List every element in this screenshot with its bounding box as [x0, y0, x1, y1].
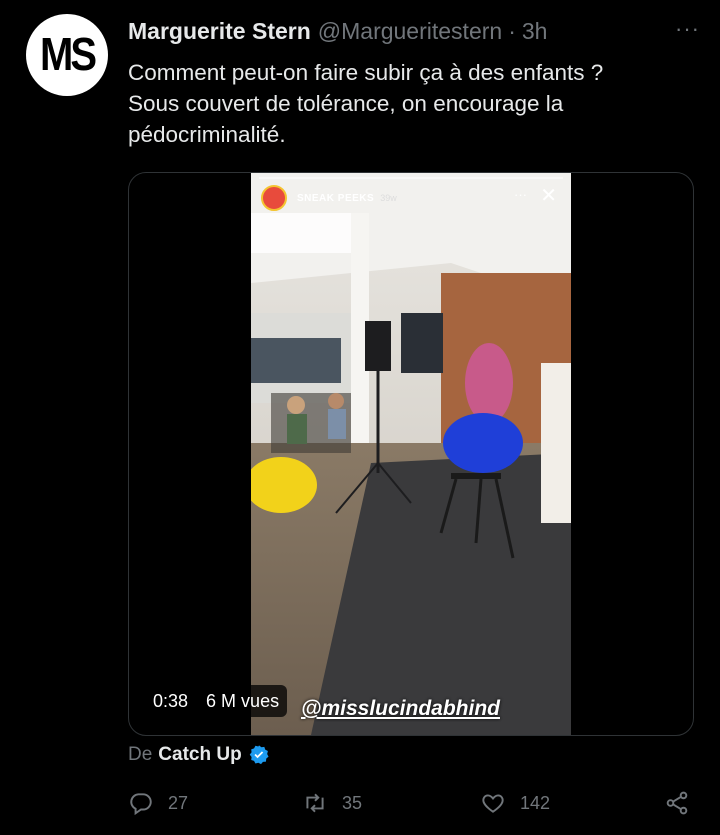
source-name[interactable]: Catch Up [158, 744, 241, 766]
share-icon [666, 791, 688, 815]
video-frame[interactable]: SNEAK PEEKS 39w ··· ✕ [251, 173, 571, 735]
video-stats-pill: 0:38 6 M vues [145, 685, 288, 717]
tweet-header: Marguerite Stern @Margueritestern · 3h ·… [128, 16, 700, 46]
reply-button[interactable]: 27 [128, 790, 188, 816]
author-name[interactable]: Marguerite Stern [128, 18, 311, 45]
separator-dot: · [508, 17, 516, 44]
tweet-time[interactable]: 3h [522, 18, 548, 45]
video-scene [251, 173, 571, 735]
verified-badge-icon [249, 745, 269, 765]
video-views: 6 M vues [206, 690, 280, 711]
story-progress-bar [259, 177, 563, 179]
tweet-text: Comment peut-on faire subir ça à des enf… [128, 60, 604, 147]
story-close-icon: ✕ [540, 185, 557, 207]
tweet-actions: 27 35 142 [128, 790, 692, 824]
share-button[interactable] [664, 790, 690, 816]
reply-count: 27 [168, 792, 189, 813]
retweet-button[interactable]: 35 [302, 790, 362, 816]
retweet-icon [306, 793, 324, 813]
avatar[interactable]: MS [26, 14, 108, 96]
source-prefix: De [128, 744, 153, 765]
video-duration: 0:38 [153, 690, 189, 711]
avatar-initials: MS [40, 29, 97, 80]
like-icon [482, 794, 504, 813]
story-logo-icon [261, 185, 287, 211]
author-handle[interactable]: @Margueritestern [318, 18, 502, 45]
retweet-count: 35 [342, 792, 363, 813]
more-options-icon[interactable]: ··· [675, 16, 700, 42]
story-account: SNEAK PEEKS [297, 192, 375, 204]
story-more-icon: ··· [514, 187, 527, 202]
video-player[interactable]: SNEAK PEEKS 39w ··· ✕ @misslucindabhind … [128, 172, 694, 736]
source-attribution: De Catch Up [128, 744, 270, 766]
like-count: 142 [520, 792, 551, 813]
reply-icon [130, 793, 152, 816]
video-overlay-tag: @misslucindabhind [301, 697, 500, 720]
like-button[interactable]: 142 [480, 790, 550, 816]
story-age: 39w [380, 193, 397, 203]
story-header: SNEAK PEEKS 39w ··· ✕ [261, 185, 563, 211]
